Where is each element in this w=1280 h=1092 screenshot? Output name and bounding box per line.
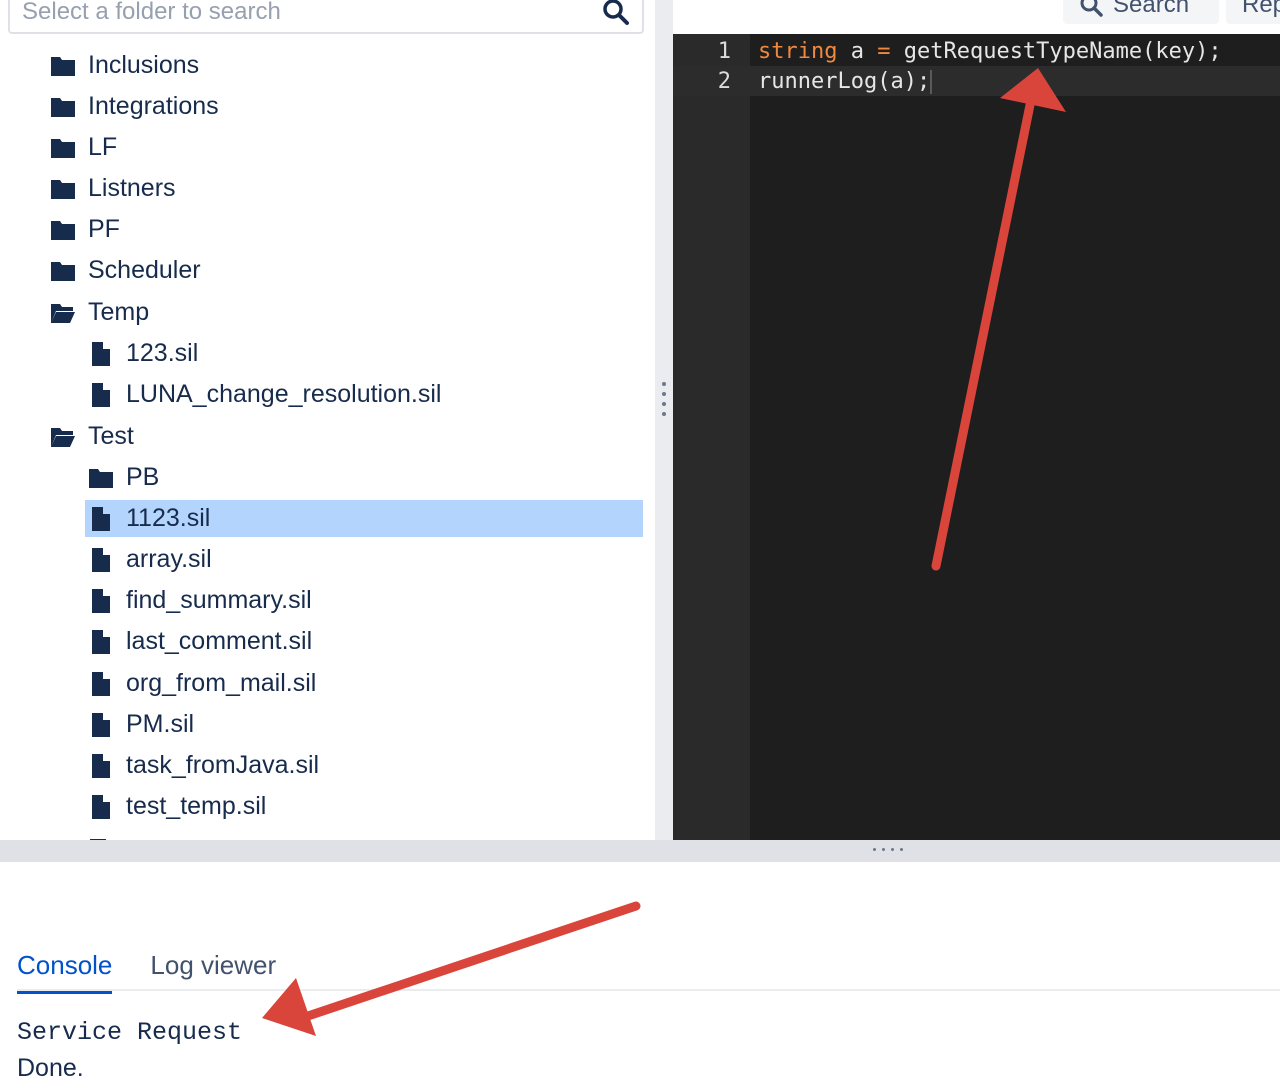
folder-open-icon bbox=[51, 303, 75, 323]
tree-file[interactable]: PM.sil bbox=[88, 706, 194, 743]
tree-item-label: find_summary.sil bbox=[126, 586, 312, 614]
tree-item-label: PF bbox=[88, 215, 120, 243]
console-tabs: Console Log viewer bbox=[17, 950, 276, 994]
tree-file[interactable]: LUNA_change_resolution.sil bbox=[88, 376, 441, 413]
replace-button[interactable]: Rep bbox=[1226, 0, 1280, 24]
tree-file[interactable]: task_fromJava.sil bbox=[88, 747, 319, 784]
search-icon[interactable] bbox=[602, 0, 630, 26]
file-tree-panel: Select a folder to search Inclusions Int… bbox=[0, 0, 655, 840]
tree-item-label: Listners bbox=[88, 174, 176, 202]
tree-file[interactable]: 123.sil bbox=[88, 335, 198, 372]
code-token: getRequestTypeName(key); bbox=[890, 38, 1222, 64]
tree-item-label: last_comment.sil bbox=[126, 627, 313, 655]
splitter-grip-icon[interactable] bbox=[873, 848, 903, 852]
tree-folder-listners[interactable]: Listners bbox=[50, 170, 176, 207]
folder-open-icon bbox=[51, 427, 75, 447]
tree-folder-pf[interactable]: PF bbox=[50, 211, 120, 248]
tree-item-label: Integrations bbox=[88, 92, 219, 120]
tree-folder-temp[interactable]: Temp bbox=[50, 294, 149, 331]
console-status-line: Done. bbox=[17, 1054, 84, 1082]
text-cursor bbox=[930, 69, 933, 94]
tree-folder-lf[interactable]: LF bbox=[50, 129, 117, 166]
code-operator: = bbox=[877, 38, 891, 64]
folder-icon bbox=[51, 220, 75, 240]
folder-icon bbox=[51, 179, 75, 199]
file-icon bbox=[92, 341, 110, 366]
search-button-label: Search bbox=[1113, 0, 1190, 18]
tabs-divider bbox=[17, 989, 1280, 991]
code-text: runnerLog(a); bbox=[758, 68, 933, 94]
tree-item-label: Scheduler bbox=[88, 256, 201, 284]
file-icon bbox=[92, 588, 110, 613]
tree-folder-test[interactable]: Test bbox=[50, 418, 134, 455]
editor-toolbar: Search Rep bbox=[673, 0, 1280, 34]
console-panel: Console Log viewer Service Request Done. bbox=[0, 862, 1280, 1092]
line-number: 1 bbox=[717, 38, 731, 64]
tree-item-label: org_from_mail.sil bbox=[126, 669, 317, 697]
tree-file[interactable]: org_from_mail.sil bbox=[88, 665, 316, 702]
line-number: 2 bbox=[717, 68, 731, 94]
code-editor[interactable]: 1 string a = getRequestTypeName(key); 2 … bbox=[673, 34, 1280, 840]
tree-folder-inclusions[interactable]: Inclusions bbox=[50, 47, 199, 84]
search-placeholder: Select a folder to search bbox=[22, 0, 281, 25]
vertical-splitter[interactable] bbox=[655, 0, 673, 840]
tree-item-label: 123.sil bbox=[126, 339, 199, 367]
tree-item-label: task_fromJava.sil bbox=[126, 751, 320, 779]
tree-folder-scheduler[interactable]: Scheduler bbox=[50, 252, 201, 289]
tree-item-label: Inclusions bbox=[88, 51, 200, 79]
tab-console[interactable]: Console bbox=[17, 950, 113, 994]
code-token: a bbox=[837, 38, 878, 64]
search-button[interactable]: Search bbox=[1063, 0, 1219, 24]
tree-file[interactable]: last_comment.sil bbox=[88, 623, 312, 660]
file-icon bbox=[92, 506, 110, 531]
tree-file[interactable]: test_temp.sil bbox=[88, 788, 266, 825]
code-line-active[interactable]: 2 runnerLog(a); bbox=[673, 66, 1280, 96]
tree-item-label: Temp bbox=[88, 298, 150, 326]
tree-file-partial[interactable] bbox=[88, 832, 318, 840]
code-text: string a = getRequestTypeName(key); bbox=[758, 39, 1222, 64]
code-keyword: string bbox=[758, 38, 838, 64]
file-icon bbox=[92, 547, 110, 572]
replace-button-label: Rep bbox=[1242, 0, 1280, 18]
tree-item-label: PB bbox=[126, 463, 160, 491]
folder-icon bbox=[51, 97, 75, 117]
line-number-gutter bbox=[673, 34, 750, 840]
tree-item-label: LF bbox=[88, 133, 118, 161]
file-icon bbox=[92, 794, 110, 819]
splitter-grip-icon[interactable] bbox=[662, 382, 666, 418]
file-icon bbox=[92, 629, 110, 654]
search-icon bbox=[1080, 0, 1103, 17]
folder-icon bbox=[89, 468, 113, 488]
file-icon bbox=[92, 712, 110, 737]
console-output-line: Service Request bbox=[17, 1018, 243, 1047]
file-icon bbox=[92, 753, 110, 778]
horizontal-splitter[interactable] bbox=[0, 840, 1280, 862]
tree-item-label: Test bbox=[88, 422, 134, 450]
tab-log-viewer[interactable]: Log viewer bbox=[150, 950, 276, 994]
tree-file[interactable]: array.sil bbox=[88, 541, 212, 578]
code-token: runnerLog(a); bbox=[758, 68, 931, 94]
tree-item-label: LUNA_change_resolution.sil bbox=[126, 380, 442, 408]
tree-item-label: PM.sil bbox=[126, 710, 195, 738]
tree-folder-pb[interactable]: PB bbox=[88, 459, 159, 496]
folder-icon bbox=[51, 261, 75, 281]
folder-icon bbox=[51, 56, 75, 76]
folder-search-input[interactable]: Select a folder to search bbox=[8, 0, 644, 34]
code-line[interactable]: 1 string a = getRequestTypeName(key); bbox=[673, 36, 1280, 66]
tree-item-label: array.sil bbox=[126, 545, 212, 573]
tree-item-label: 1123.sil bbox=[126, 504, 211, 532]
folder-icon bbox=[51, 138, 75, 158]
tree-folder-integrations[interactable]: Integrations bbox=[50, 88, 219, 125]
tree-item-label: test_temp.sil bbox=[126, 792, 267, 820]
file-icon bbox=[92, 382, 110, 407]
tree-file[interactable]: find_summary.sil bbox=[88, 582, 312, 619]
file-icon bbox=[92, 671, 110, 696]
tree-file-selected[interactable]: 1123.sil bbox=[85, 500, 643, 537]
